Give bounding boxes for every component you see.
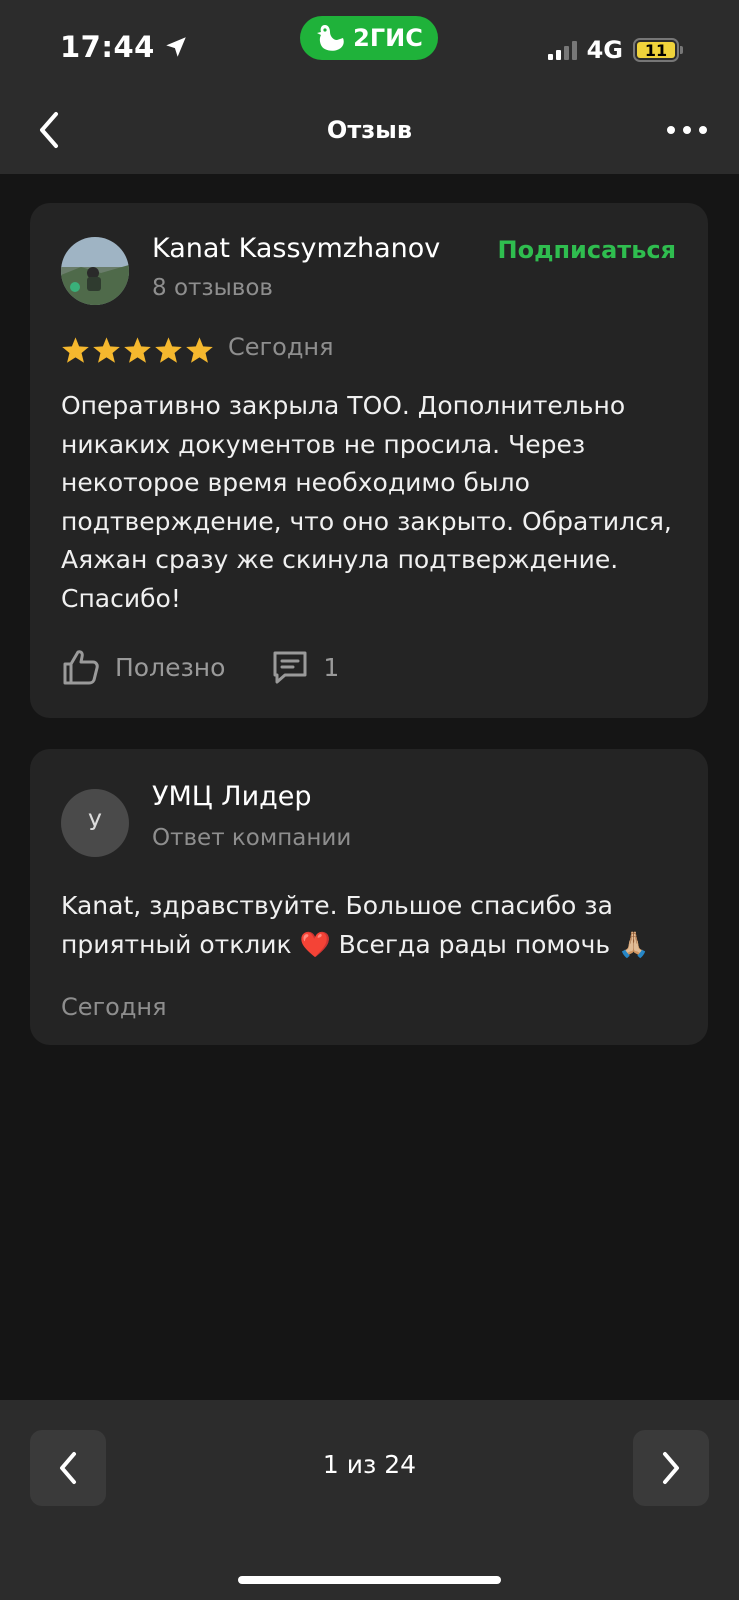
app-badge-label: 2ГИС <box>353 24 423 52</box>
reply-text: Kanat, здравствуйте. Большое спасибо за … <box>61 891 650 959</box>
thumbs-up-icon <box>63 650 99 685</box>
cellular-signal-icon <box>547 40 577 60</box>
reply-date: Сегодня <box>61 993 167 1021</box>
rating-stars <box>61 336 214 364</box>
star-icon <box>124 337 151 363</box>
company-reply-card: У УМЦ Лидер Ответ компании Kanat, здравс… <box>30 749 708 1045</box>
bottom-pager-bar: 1 из 24 <box>0 1400 739 1600</box>
company-avatar: У <box>61 789 129 857</box>
battery-level: 11 <box>637 41 675 60</box>
review-card: Kanat Kassymzhanov 8 отзывов Подписаться… <box>30 203 708 718</box>
reply-label: Ответ компании <box>152 825 352 851</box>
pager-position: 1 из 24 <box>322 1450 417 1479</box>
top-bar: 17:44 2ГИС 4G 11 Отзыв <box>0 0 739 174</box>
star-icon <box>186 337 213 363</box>
avatar-photo-icon <box>61 237 129 305</box>
author-avatar[interactable] <box>61 237 129 305</box>
review-date: Сегодня <box>228 333 334 361</box>
comment-icon <box>273 651 307 684</box>
status-time-text: 17:44 <box>60 30 155 64</box>
comment-count: 1 <box>323 652 340 682</box>
star-icon <box>93 337 120 363</box>
review-text: Оперативно закрыла ТОО. Дополнительно ни… <box>61 391 672 613</box>
author-review-count: 8 отзывов <box>152 275 273 301</box>
company-name[interactable]: УМЦ Лидер <box>152 781 312 812</box>
battery-icon: 11 <box>633 38 683 62</box>
author-name[interactable]: Kanat Kassymzhanov <box>152 233 440 264</box>
more-options-icon[interactable] <box>665 118 709 142</box>
next-review-button[interactable] <box>633 1430 709 1506</box>
useful-label: Полезно <box>115 652 226 682</box>
star-icon <box>62 337 89 363</box>
comments-button[interactable]: 1 <box>271 648 339 686</box>
page-title: Отзыв <box>326 116 413 144</box>
app-badge[interactable]: 2ГИС <box>300 16 438 60</box>
home-indicator[interactable] <box>238 1576 501 1584</box>
status-indicators: 4G 11 <box>547 36 683 64</box>
star-icon <box>155 337 182 363</box>
duck-icon <box>317 25 344 51</box>
review-actions: Полезно 1 <box>61 647 339 687</box>
network-label: 4G <box>586 36 623 64</box>
location-arrow-icon <box>166 37 186 57</box>
chevron-right-icon <box>663 1452 679 1484</box>
status-time: 17:44 <box>60 30 189 64</box>
subscribe-button[interactable]: Подписаться <box>498 236 677 264</box>
useful-button[interactable]: Полезно <box>61 647 225 687</box>
